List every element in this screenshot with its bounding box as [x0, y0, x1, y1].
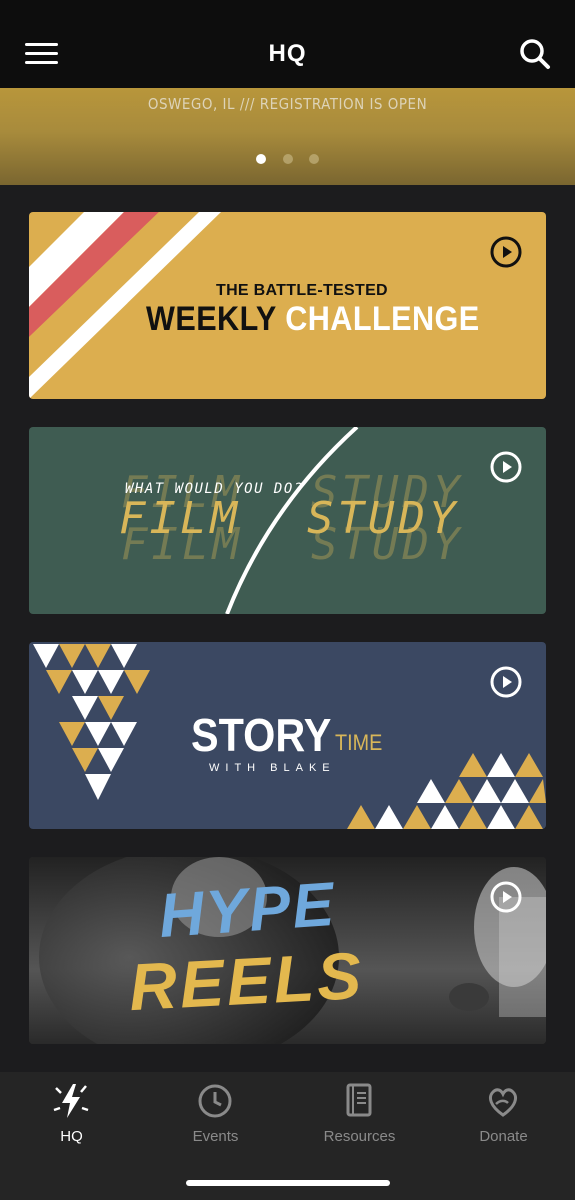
tab-events[interactable]: Events — [144, 1072, 287, 1162]
play-icon[interactable] — [490, 666, 522, 698]
tab-label: Events — [192, 1128, 239, 1145]
tab-hq[interactable]: HQ — [0, 1072, 143, 1162]
search-icon[interactable] — [517, 36, 553, 72]
promo-banner[interactable]: OSWEGO, IL /// REGISTRATION IS OPEN — [0, 88, 575, 185]
carousel-dot[interactable] — [256, 154, 267, 164]
carousel-dot[interactable] — [282, 154, 293, 164]
tab-label: Donate — [479, 1128, 528, 1145]
app-header: HQ — [0, 0, 575, 88]
film-study-card[interactable]: FILM FILM STUDY STUDY WHAT WOULD YOU DO?… — [29, 427, 546, 614]
clock-icon — [198, 1084, 232, 1118]
challenge-title: WEEKLY CHALLENGE — [146, 300, 480, 338]
promo-text: OSWEGO, IL /// REGISTRATION IS OPEN — [147, 95, 428, 113]
carousel-dot[interactable] — [308, 154, 319, 164]
lightning-star-icon — [53, 1084, 89, 1118]
story-time-card[interactable]: STORY TIME WITH BLAKE — [29, 642, 546, 829]
page-title: HQ — [268, 40, 307, 67]
book-icon — [346, 1083, 372, 1117]
tab-label: HQ — [60, 1128, 83, 1145]
film-text: FILM — [119, 493, 241, 544]
tab-resources[interactable]: Resources — [288, 1072, 431, 1162]
story-title: STORY — [191, 709, 332, 761]
challenge-subtitle: THE BATTLE-TESTED — [216, 282, 388, 299]
story-subtitle: WITH BLAKE — [209, 762, 336, 774]
divider-line-graphic — [225, 427, 359, 614]
study-text: STUDY — [307, 493, 460, 544]
home-indicator[interactable] — [186, 1180, 390, 1186]
reels-text: REELS — [127, 937, 366, 1025]
heart-hand-icon — [489, 1088, 517, 1117]
play-icon[interactable] — [490, 881, 522, 913]
tab-label: Resources — [323, 1128, 396, 1145]
hype-reels-card[interactable]: HYPE REELS — [29, 857, 546, 1044]
tab-donate[interactable]: Donate — [432, 1072, 575, 1162]
weekly-challenge-card[interactable]: THE BATTLE-TESTED WEEKLY CHALLENGE — [29, 212, 546, 399]
carousel-dots — [0, 151, 575, 169]
play-icon[interactable] — [490, 236, 522, 268]
play-icon[interactable] — [490, 451, 522, 483]
story-accent: TIME — [335, 730, 383, 755]
